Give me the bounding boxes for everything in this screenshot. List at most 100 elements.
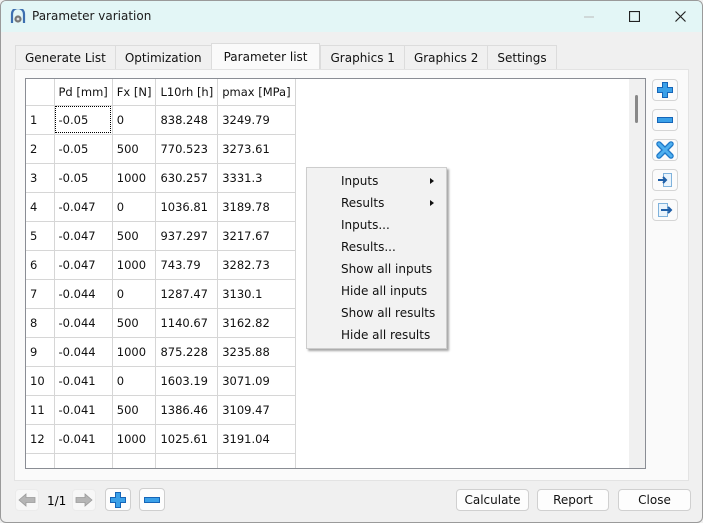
pmax-cell[interactable]: 3162.82 <box>217 307 296 338</box>
table-row[interactable]: 11 -0.041 500 1386.46 3109.47 <box>26 394 296 425</box>
table-row[interactable]: 10 -0.041 0 1603.19 3071.09 <box>26 365 296 396</box>
fx-cell[interactable]: 0 <box>111 365 157 396</box>
column-header-pd[interactable]: Pd [mm] <box>53 79 113 106</box>
table-row[interactable]: 5 -0.047 500 937.297 3217.67 <box>26 220 296 251</box>
fx-cell[interactable]: 0 <box>111 278 157 309</box>
minimize-button[interactable] <box>566 1 612 32</box>
pd-cell[interactable] <box>53 452 113 468</box>
pmax-cell[interactable]: 3109.47 <box>217 394 296 425</box>
pmax-cell[interactable]: 3191.04 <box>217 423 296 454</box>
context-menu-item[interactable]: Results <box>307 192 446 214</box>
pd-cell[interactable]: -0.05 <box>53 133 113 164</box>
table-row[interactable]: 9 -0.044 1000 875.228 3235.88 <box>26 336 296 367</box>
tab-generate-list[interactable]: Generate List <box>15 45 115 69</box>
pd-cell[interactable]: -0.041 <box>53 394 113 425</box>
fx-cell[interactable]: 500 <box>111 394 157 425</box>
pd-cell[interactable]: -0.041 <box>53 365 113 396</box>
context-menu-item[interactable]: Results... <box>307 236 446 258</box>
context-menu-item[interactable]: Show all results <box>307 302 446 324</box>
fx-cell[interactable]: 1000 <box>111 249 157 280</box>
l10rh-cell[interactable]: 743.79 <box>155 249 219 280</box>
pmax-cell[interactable] <box>217 452 296 468</box>
l10rh-cell[interactable]: 1140.67 <box>155 307 219 338</box>
pd-cell[interactable]: -0.044 <box>53 307 113 338</box>
pmax-cell[interactable]: 3189.78 <box>217 191 296 222</box>
import-button[interactable] <box>652 169 678 191</box>
close-button[interactable]: Close <box>618 489 691 511</box>
table-row[interactable]: 12 -0.041 1000 1025.61 3191.04 <box>26 423 296 454</box>
pd-cell[interactable]: -0.044 <box>53 278 113 309</box>
pd-cell[interactable]: -0.047 <box>53 220 113 251</box>
remove-page-button[interactable] <box>139 488 165 511</box>
remove-row-button[interactable] <box>652 109 678 131</box>
tab-graphics-2[interactable]: Graphics 2 <box>403 45 488 69</box>
scrollbar-thumb[interactable] <box>635 95 638 123</box>
delete-all-button[interactable] <box>652 139 678 161</box>
pmax-cell[interactable]: 3217.67 <box>217 220 296 251</box>
fx-cell[interactable] <box>111 452 157 468</box>
pd-cell[interactable]: -0.044 <box>53 336 113 367</box>
table-row[interactable]: 4 -0.047 0 1036.81 3189.78 <box>26 191 296 222</box>
tab-parameter-list[interactable]: Parameter list <box>210 43 321 69</box>
pmax-cell[interactable]: 3331.3 <box>217 162 296 193</box>
context-menu-item[interactable]: Hide all inputs <box>307 280 446 302</box>
table-row[interactable] <box>26 452 296 468</box>
tab-optimization[interactable]: Optimization <box>114 45 211 69</box>
fx-cell[interactable]: 0 <box>111 191 157 222</box>
maximize-button[interactable] <box>611 1 657 32</box>
context-menu-item[interactable]: Show all inputs <box>307 258 446 280</box>
context-menu-item[interactable]: Hide all results <box>307 324 446 346</box>
fx-cell[interactable]: 1000 <box>111 423 157 454</box>
table-row[interactable]: 1 -0.05 0 838.248 3249.79 <box>26 104 296 135</box>
l10rh-cell[interactable]: 1386.46 <box>155 394 219 425</box>
l10rh-cell[interactable]: 1603.19 <box>155 365 219 396</box>
pd-cell[interactable]: -0.047 <box>53 249 113 280</box>
previous-page-button[interactable] <box>15 489 39 511</box>
tab-settings[interactable]: Settings <box>487 45 557 69</box>
l10rh-cell[interactable]: 1036.81 <box>155 191 219 222</box>
pmax-cell[interactable]: 3071.09 <box>217 365 296 396</box>
pmax-cell[interactable]: 3249.79 <box>217 104 296 135</box>
pmax-cell[interactable]: 3130.1 <box>217 278 296 309</box>
l10rh-cell[interactable]: 630.257 <box>155 162 219 193</box>
vertical-scrollbar[interactable] <box>629 79 645 468</box>
pmax-cell[interactable]: 3273.61 <box>217 133 296 164</box>
fx-cell[interactable]: 500 <box>111 133 157 164</box>
pd-cell[interactable]: -0.05 <box>53 104 113 135</box>
column-header-l10rh[interactable]: L10rh [h] <box>155 79 219 106</box>
l10rh-cell[interactable]: 838.248 <box>155 104 219 135</box>
pd-cell[interactable]: -0.047 <box>53 191 113 222</box>
l10rh-cell[interactable]: 770.523 <box>155 133 219 164</box>
table-row[interactable]: 2 -0.05 500 770.523 3273.61 <box>26 133 296 164</box>
l10rh-cell[interactable]: 875.228 <box>155 336 219 367</box>
l10rh-cell[interactable]: 1287.47 <box>155 278 219 309</box>
table-row[interactable]: 7 -0.044 0 1287.47 3130.1 <box>26 278 296 309</box>
close-window-button[interactable] <box>657 1 702 32</box>
l10rh-cell[interactable]: 937.297 <box>155 220 219 251</box>
table-row[interactable]: 8 -0.044 500 1140.67 3162.82 <box>26 307 296 338</box>
context-menu-item[interactable]: Inputs... <box>307 214 446 236</box>
column-header-fx[interactable]: Fx [N] <box>111 79 157 106</box>
fx-cell[interactable]: 500 <box>111 220 157 251</box>
report-button[interactable]: Report <box>537 489 609 511</box>
fx-cell[interactable]: 0 <box>111 104 157 135</box>
l10rh-cell[interactable]: 1025.61 <box>155 423 219 454</box>
pmax-cell[interactable]: 3235.88 <box>217 336 296 367</box>
pd-cell[interactable]: -0.041 <box>53 423 113 454</box>
context-menu-item[interactable]: Inputs <box>307 170 446 192</box>
fx-cell[interactable]: 1000 <box>111 162 157 193</box>
add-row-button[interactable] <box>652 79 678 101</box>
export-button[interactable] <box>652 199 678 221</box>
pmax-cell[interactable]: 3282.73 <box>217 249 296 280</box>
fx-cell[interactable]: 500 <box>111 307 157 338</box>
next-page-button[interactable] <box>72 489 96 511</box>
calculate-button[interactable]: Calculate <box>456 489 529 511</box>
pd-cell[interactable]: -0.05 <box>53 162 113 193</box>
table-row[interactable]: 3 -0.05 1000 630.257 3331.3 <box>26 162 296 193</box>
add-page-button[interactable] <box>105 488 131 511</box>
tab-graphics-1[interactable]: Graphics 1 <box>320 45 404 69</box>
l10rh-cell[interactable] <box>155 452 219 468</box>
fx-cell[interactable]: 1000 <box>111 336 157 367</box>
column-header-pmax[interactable]: pmax [MPa] <box>217 79 296 106</box>
table-row[interactable]: 6 -0.047 1000 743.79 3282.73 <box>26 249 296 280</box>
